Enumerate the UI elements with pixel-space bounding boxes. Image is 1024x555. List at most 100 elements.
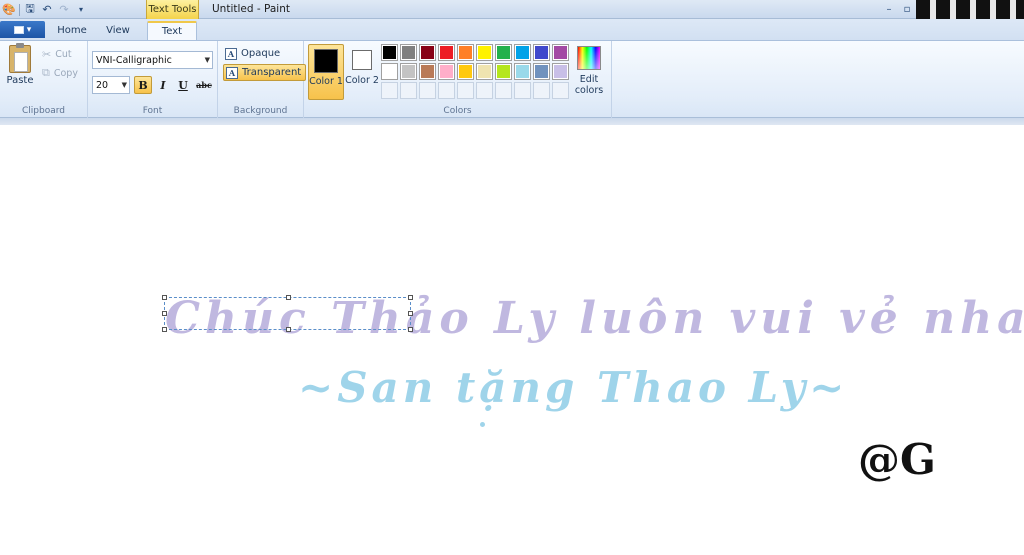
edit-colors-label: Edit colors [574, 74, 604, 96]
palette-custom-slot[interactable] [476, 82, 493, 99]
resize-handle[interactable] [408, 295, 413, 300]
clipboard-group: Paste ✂ Cut ⧉ Copy Clipboard [0, 41, 88, 118]
palette-color-swatch[interactable] [400, 63, 417, 80]
save-icon[interactable]: 🖫 [23, 2, 37, 17]
color1-label: Color 1 [309, 76, 343, 87]
background-group-label: Background [233, 106, 288, 116]
font-size-value: 20 [96, 79, 109, 91]
opaque-label: Opaque [241, 48, 281, 59]
palette-color-swatch[interactable] [514, 63, 531, 80]
palette-custom-slot[interactable] [457, 82, 474, 99]
cut-button[interactable]: ✂ Cut [42, 46, 72, 62]
undo-icon[interactable]: ↶ [40, 3, 54, 17]
palette-color-swatch[interactable] [552, 63, 569, 80]
tab-view[interactable]: View [98, 21, 138, 40]
background-ghost [290, 2, 900, 17]
qat-separator [19, 3, 20, 16]
color-palette [381, 44, 569, 99]
palette-custom-slot[interactable] [552, 82, 569, 99]
palette-color-swatch[interactable] [438, 63, 455, 80]
title-bar: 🎨 🖫 ↶ ↷ ▾ Text Tools Untitled - Paint – … [0, 0, 1024, 19]
canvas-dot [480, 422, 485, 427]
palette-custom-slot[interactable] [419, 82, 436, 99]
copy-label: Copy [53, 67, 78, 79]
font-family-value: VNI-Calligraphic [96, 54, 172, 66]
paste-button[interactable]: Paste [5, 43, 35, 86]
redo-icon[interactable]: ↷ [57, 3, 71, 17]
edit-colors-button[interactable]: Edit colors [574, 44, 604, 96]
palette-color-swatch[interactable] [438, 44, 455, 61]
tab-text[interactable]: Text [147, 21, 197, 40]
canvas-signature: @G [858, 435, 936, 484]
palette-custom-slot[interactable] [514, 82, 531, 99]
resize-handle[interactable] [408, 311, 413, 316]
palette-color-swatch[interactable] [476, 44, 493, 61]
underline-button[interactable]: U [174, 76, 192, 94]
italic-button[interactable]: I [154, 76, 172, 94]
palette-color-swatch[interactable] [419, 63, 436, 80]
color2-button[interactable]: Color 2 [344, 44, 380, 100]
transparent-button[interactable]: A Transparent [223, 64, 307, 81]
opaque-button[interactable]: A Opaque [223, 45, 284, 62]
scissors-icon: ✂ [42, 47, 52, 61]
transparent-icon: A [226, 66, 238, 79]
resize-handle[interactable] [162, 295, 167, 300]
ribbon-shadow [0, 118, 1024, 125]
ribbon-tabs: ▾ Home View Text [0, 19, 1024, 40]
palette-color-swatch[interactable] [533, 63, 550, 80]
color-spectrum-icon [577, 46, 601, 70]
ribbon: Paste ✂ Cut ⧉ Copy Clipboard VNI-Calligr… [0, 40, 1024, 118]
palette-custom-slot[interactable] [495, 82, 512, 99]
palette-color-swatch[interactable] [476, 63, 493, 80]
bold-button[interactable]: B [134, 76, 152, 94]
color1-button[interactable]: Color 1 [308, 44, 344, 100]
maximize-icon[interactable]: ▫ [898, 0, 916, 18]
palette-color-swatch[interactable] [381, 63, 398, 80]
customize-qat-icon[interactable]: ▾ [74, 3, 88, 17]
transparent-label: Transparent [242, 67, 302, 78]
palette-color-swatch[interactable] [381, 44, 398, 61]
font-family-select[interactable]: VNI-Calligraphic ▼ [92, 51, 213, 69]
cut-label: Cut [55, 48, 72, 60]
palette-custom-slot[interactable] [381, 82, 398, 99]
opaque-icon: A [225, 47, 237, 60]
resize-handle[interactable] [286, 327, 291, 332]
palette-color-swatch[interactable] [495, 63, 512, 80]
resize-handle[interactable] [408, 327, 413, 332]
resize-handle[interactable] [162, 311, 167, 316]
resize-handle[interactable] [286, 295, 291, 300]
background-strip [916, 0, 1024, 19]
paint-app-icon[interactable]: 🎨 [2, 3, 16, 17]
drawing-canvas[interactable]: Chúc Thảo Ly luôn vui vẻ nha ~San tặng T… [0, 125, 1024, 555]
text-selection-box[interactable] [162, 295, 413, 332]
palette-color-swatch[interactable] [514, 44, 531, 61]
clipboard-group-label: Clipboard [22, 106, 65, 116]
copy-icon: ⧉ [42, 66, 50, 79]
palette-color-swatch[interactable] [400, 44, 417, 61]
palette-color-swatch[interactable] [552, 44, 569, 61]
palette-custom-slot[interactable] [400, 82, 417, 99]
copy-button[interactable]: ⧉ Copy [42, 65, 78, 81]
paste-label: Paste [6, 75, 34, 86]
document-icon [13, 25, 24, 34]
palette-custom-slot[interactable] [533, 82, 550, 99]
palette-color-swatch[interactable] [457, 63, 474, 80]
palette-color-swatch[interactable] [457, 44, 474, 61]
color1-swatch [314, 49, 338, 73]
font-group: VNI-Calligraphic ▼ 20 ▼ B I U abc Font [88, 41, 218, 118]
paint-menu-button[interactable]: ▾ [0, 21, 45, 38]
palette-color-swatch[interactable] [495, 44, 512, 61]
colors-group-label: Colors [443, 106, 472, 116]
palette-color-swatch[interactable] [419, 44, 436, 61]
minimize-icon[interactable]: – [880, 0, 898, 18]
tab-home[interactable]: Home [52, 21, 92, 40]
chevron-down-icon: ▼ [121, 81, 127, 89]
font-size-select[interactable]: 20 ▼ [92, 76, 130, 94]
palette-custom-slot[interactable] [438, 82, 455, 99]
font-group-label: Font [142, 106, 163, 116]
resize-handle[interactable] [162, 327, 167, 332]
strikethrough-button[interactable]: abc [194, 76, 214, 94]
window-title: Untitled - Paint [212, 3, 290, 15]
canvas-text-line2: ~San tặng Thao Ly~ [298, 363, 849, 412]
palette-color-swatch[interactable] [533, 44, 550, 61]
